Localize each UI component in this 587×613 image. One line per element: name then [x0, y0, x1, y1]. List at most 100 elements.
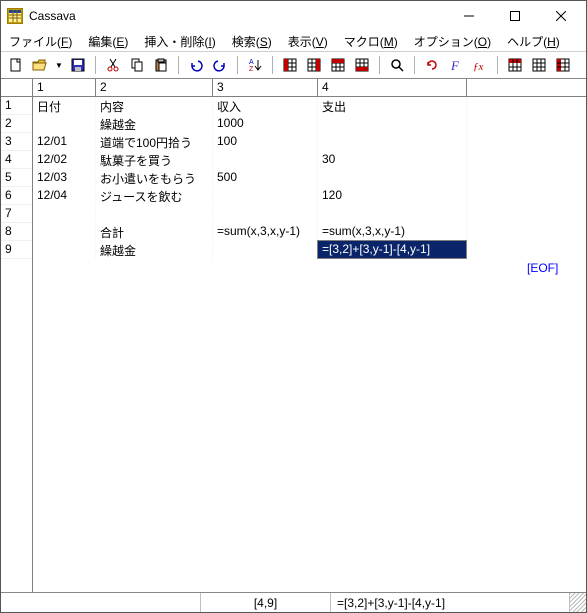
select-all-corner[interactable] [1, 79, 33, 97]
row-header[interactable]: 8 [1, 223, 32, 241]
grid2-button[interactable] [303, 54, 325, 76]
view1-button[interactable] [504, 54, 526, 76]
menu-file[interactable]: ファイル(F) [5, 31, 76, 52]
menu-search[interactable]: 検索(S) [228, 31, 276, 52]
table-row: 12/02駄菓子を買う 30 [33, 151, 586, 169]
cell[interactable]: 500 [213, 169, 318, 187]
cell[interactable]: 12/03 [33, 169, 96, 187]
refresh-button[interactable] [421, 54, 443, 76]
maximize-button[interactable] [492, 1, 538, 31]
sort-button[interactable]: AZ [244, 54, 266, 76]
search-button[interactable] [386, 54, 408, 76]
cell[interactable] [318, 133, 467, 151]
column-header[interactable]: 2 [96, 79, 213, 96]
cell[interactable] [213, 241, 318, 259]
cell[interactable]: ジュースを飲む [96, 187, 213, 205]
view2-button[interactable] [528, 54, 550, 76]
row-header[interactable]: 6 [1, 187, 32, 205]
menu-view[interactable]: 表示(V) [284, 31, 332, 52]
cell[interactable]: 収入 [213, 97, 318, 115]
cell[interactable]: 120 [318, 187, 467, 205]
column-header[interactable]: 1 [33, 79, 96, 96]
menu-help[interactable]: ヘルプ(H) [503, 31, 564, 52]
cell[interactable] [213, 205, 318, 223]
row-header[interactable]: 4 [1, 151, 32, 169]
cell[interactable] [33, 223, 96, 241]
close-button[interactable] [538, 1, 584, 31]
cell[interactable] [213, 187, 318, 205]
cell[interactable] [318, 169, 467, 187]
svg-text:F: F [450, 58, 460, 73]
dropdown-arrow-icon[interactable]: ▼ [53, 61, 65, 70]
toolbar-separator [497, 56, 498, 74]
menu-macro[interactable]: マクロ(M) [340, 31, 402, 52]
svg-text:A: A [249, 59, 254, 66]
cell[interactable] [318, 115, 467, 133]
cell[interactable] [33, 205, 96, 223]
cell[interactable]: =sum(x,3,x,y-1) [213, 223, 318, 241]
cell[interactable] [213, 151, 318, 169]
resize-grip-icon[interactable] [570, 593, 586, 612]
view3-button[interactable] [552, 54, 574, 76]
cell[interactable]: 12/04 [33, 187, 96, 205]
row-header[interactable]: 2 [1, 115, 32, 133]
toolbar-separator [379, 56, 380, 74]
cell[interactable]: 支出 [318, 97, 467, 115]
new-file-button[interactable] [5, 54, 27, 76]
cell[interactable] [318, 205, 467, 223]
menu-option[interactable]: オプション(O) [410, 31, 495, 52]
cell[interactable]: 合計 [96, 223, 213, 241]
minimize-button[interactable] [446, 1, 492, 31]
cell[interactable] [96, 205, 213, 223]
cell[interactable]: =sum(x,3,x,y-1) [318, 223, 467, 241]
spreadsheet-grid[interactable]: 1234 123456789 日付内容収入支出繰越金100012/01道端で10… [1, 79, 586, 592]
status-coord: [4,9] [201, 593, 331, 612]
cells-area[interactable]: 日付内容収入支出繰越金100012/01道端で100円拾う10012/02駄菓子… [33, 97, 586, 592]
menubar: ファイル(F) 編集(E) 挿入・削除(I) 検索(S) 表示(V) マクロ(M… [1, 31, 586, 51]
grid4-button[interactable] [351, 54, 373, 76]
row-header[interactable]: 1 [1, 97, 32, 115]
cell[interactable]: 100 [213, 133, 318, 151]
cell[interactable] [33, 241, 96, 259]
titlebar: Cassava [1, 1, 586, 31]
paste-button[interactable] [150, 54, 172, 76]
row-header[interactable]: 7 [1, 205, 32, 223]
cell[interactable] [33, 115, 96, 133]
cell[interactable]: 繰越金 [96, 241, 213, 259]
cell[interactable]: お小遣いをもらう [96, 169, 213, 187]
eof-marker: [EOF] [527, 261, 558, 275]
function-button[interactable]: ƒx [469, 54, 491, 76]
table-row [33, 205, 586, 223]
cell[interactable]: 繰越金 [96, 115, 213, 133]
cell[interactable]: 駄菓子を買う [96, 151, 213, 169]
menu-insert[interactable]: 挿入・削除(I) [140, 31, 219, 52]
save-button[interactable] [67, 54, 89, 76]
cell[interactable]: 道端で100円拾う [96, 133, 213, 151]
toolbar-separator [237, 56, 238, 74]
row-header[interactable]: 9 [1, 241, 32, 259]
cell[interactable]: 12/01 [33, 133, 96, 151]
table-row: 合計=sum(x,3,x,y-1)=sum(x,3,x,y-1) [33, 223, 586, 241]
row-header[interactable]: 5 [1, 169, 32, 187]
font-button[interactable]: F [445, 54, 467, 76]
cell[interactable]: 内容 [96, 97, 213, 115]
copy-button[interactable] [126, 54, 148, 76]
grid1-button[interactable] [279, 54, 301, 76]
undo-button[interactable] [185, 54, 207, 76]
statusbar: [4,9] =[3,2]+[3,y-1]-[4,y-1] [1, 592, 586, 612]
table-row: 繰越金1000 [33, 115, 586, 133]
column-header[interactable]: 3 [213, 79, 318, 96]
row-header[interactable]: 3 [1, 133, 32, 151]
cell[interactable]: 日付 [33, 97, 96, 115]
redo-button[interactable] [209, 54, 231, 76]
table-row: 12/03お小遣いをもらう500 [33, 169, 586, 187]
cell[interactable]: 30 [318, 151, 467, 169]
menu-edit[interactable]: 編集(E) [84, 31, 132, 52]
grid3-button[interactable] [327, 54, 349, 76]
cell[interactable]: =[3,2]+[3,y-1]-[4,y-1] [318, 241, 467, 259]
cell[interactable]: 1000 [213, 115, 318, 133]
column-header[interactable]: 4 [318, 79, 467, 96]
open-file-button[interactable] [29, 54, 51, 76]
cut-button[interactable] [102, 54, 124, 76]
cell[interactable]: 12/02 [33, 151, 96, 169]
